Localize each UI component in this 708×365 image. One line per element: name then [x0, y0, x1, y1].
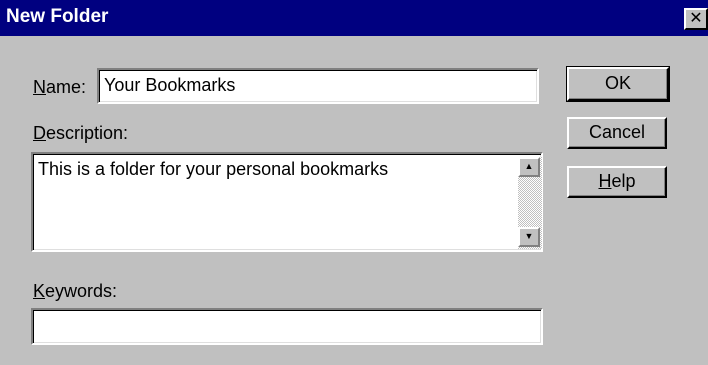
name-label: Name:: [33, 77, 87, 97]
scroll-up-button[interactable]: ▲: [518, 157, 540, 177]
arrow-up-icon: ▲: [524, 161, 534, 171]
ok-button[interactable]: OK: [566, 66, 670, 102]
cancel-button[interactable]: Cancel: [567, 117, 667, 149]
description-scrollbar[interactable]: ▲ ▼: [518, 157, 542, 249]
keywords-field[interactable]: [31, 308, 543, 345]
close-button[interactable]: ✕: [684, 8, 708, 30]
name-field[interactable]: Your Bookmarks: [97, 68, 539, 104]
arrow-down-icon: ▼: [524, 231, 534, 241]
name-field-value: Your Bookmarks: [104, 75, 236, 95]
scroll-down-button[interactable]: ▼: [518, 227, 540, 247]
description-textarea[interactable]: This is a folder for your personal bookm…: [31, 152, 543, 252]
close-icon: ✕: [689, 10, 703, 27]
dialog-title: New Folder: [6, 6, 109, 27]
description-label: Description:: [33, 123, 129, 143]
description-value: This is a folder for your personal bookm…: [38, 159, 389, 179]
help-button[interactable]: Help: [567, 166, 667, 198]
title-bar[interactable]: New Folder ✕: [0, 0, 708, 36]
keywords-label: Keywords:: [33, 281, 118, 301]
new-folder-dialog: New Folder ✕ Name: Your Bookmarks Descri…: [0, 0, 708, 365]
